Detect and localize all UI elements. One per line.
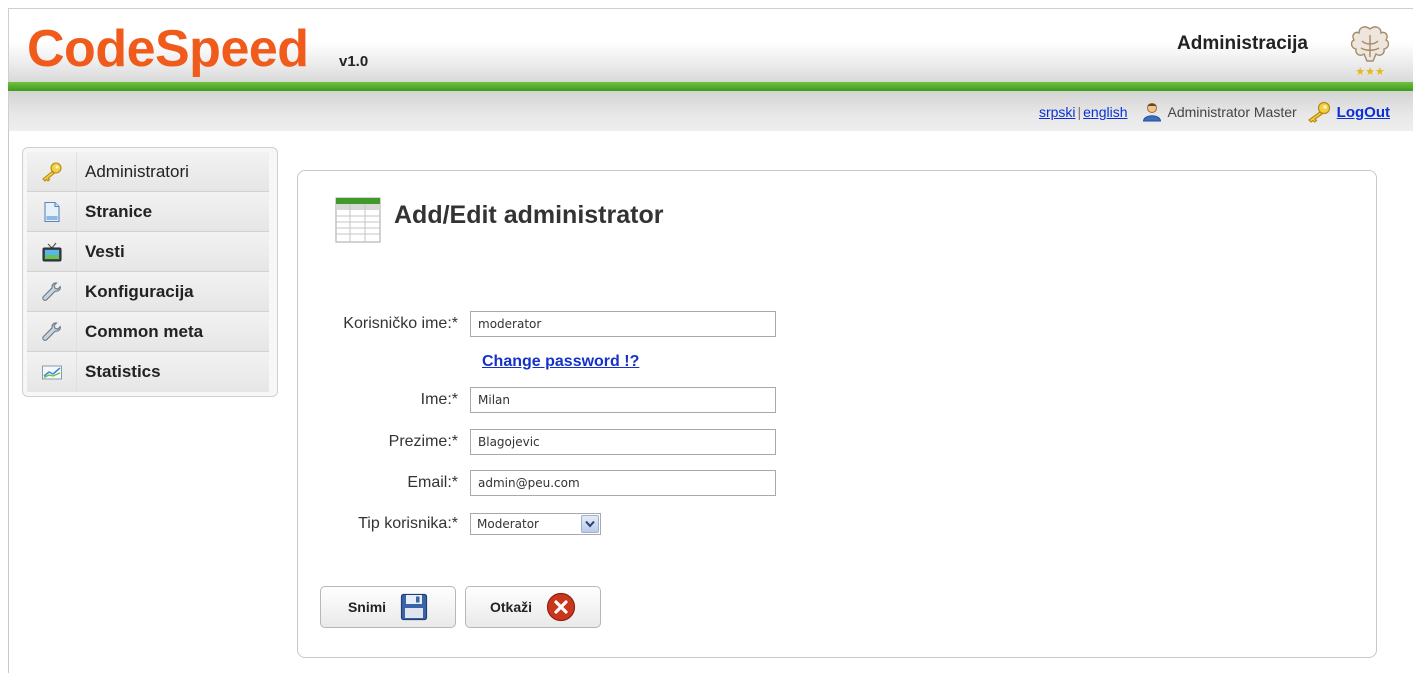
chart-icon [41,365,62,380]
lang-separator: | [1077,104,1082,120]
user-icon [1142,103,1161,122]
last-name-label: Prezime:* [388,433,458,450]
first-name-input[interactable] [470,387,776,413]
wrench-icon [41,281,61,301]
sidebar-item-label: Vesti [85,241,125,261]
chevron-down-icon[interactable] [581,515,599,533]
username-row: Korisničko ime:* [298,311,776,337]
key-icon [1307,101,1330,123]
lang-english-link[interactable]: english [1083,104,1127,120]
user-type-select[interactable]: Moderator [470,513,601,535]
svg-text:★★★: ★★★ [1355,65,1385,78]
logo[interactable]: CodeSpeed [27,19,309,79]
page-title: Add/Edit administrator [394,201,664,229]
user-bar: srpski | english Administrator Master Lo… [8,91,1413,131]
sidebar-item-konfiguracija[interactable]: Konfiguracija [27,272,269,312]
user-type-label: Tip korisnika:* [358,515,458,532]
sidebar-item-administratori[interactable]: Administratori [27,152,269,192]
logout-link[interactable]: LogOut [1337,104,1390,121]
section-title: Administracija [1177,33,1308,54]
header-accent-bar [8,82,1413,91]
change-password-link[interactable]: Change password !? [482,353,639,371]
sidebar-item-label: Common meta [85,321,204,341]
crest-icon: ★★★ [1350,26,1390,78]
username-label: Korisničko ime:* [343,315,458,332]
floppy-disk-icon [400,593,428,621]
sidebar-item-label: Konfiguracija [85,281,194,301]
key-icon [41,161,62,182]
sidebar-item-stranice[interactable]: Stranice [27,192,269,232]
email-input[interactable] [470,470,776,496]
sidebar-item-statistics[interactable]: Statistics [27,352,269,392]
app-header: CodeSpeed v1.0 Administracija ★★★ [8,8,1413,82]
cancel-button-label: Otkaži [489,599,532,615]
email-row: Email:* [298,470,776,496]
sidebar-item-vesti[interactable]: Vesti [27,232,269,272]
version-label: v1.0 [339,53,369,70]
last-name-row: Prezime:* [298,429,776,455]
current-user-name: Administrator Master [1167,104,1297,120]
first-name-label: Ime:* [420,391,458,408]
wrench-icon [41,321,61,341]
email-label: Email:* [407,474,458,491]
cancel-button[interactable]: Otkaži [465,586,601,628]
page-icon [43,201,60,222]
tv-icon [42,242,61,261]
user-type-value: Moderator [477,517,539,531]
sidebar-nav: Administratori Stranice Vesti Konfigurac… [22,147,278,397]
sidebar-item-label: Statistics [85,362,161,381]
user-type-row: Tip korisnika:* Moderator [298,513,601,535]
sidebar-item-label: Stranice [85,201,153,221]
username-input[interactable] [470,311,776,337]
table-icon [335,197,381,243]
save-button-label: Snimi [347,599,387,615]
last-name-input[interactable] [470,429,776,455]
sidebar-item-common-meta[interactable]: Common meta [27,312,269,352]
lang-serbian-link[interactable]: srpski [1039,104,1076,120]
close-icon [546,592,576,622]
sidebar-item-label: Administratori [85,161,189,181]
edit-admin-panel: Add/Edit administrator Korisničko ime:* … [297,170,1377,658]
first-name-row: Ime:* [298,387,776,413]
save-button[interactable]: Snimi [320,586,456,628]
